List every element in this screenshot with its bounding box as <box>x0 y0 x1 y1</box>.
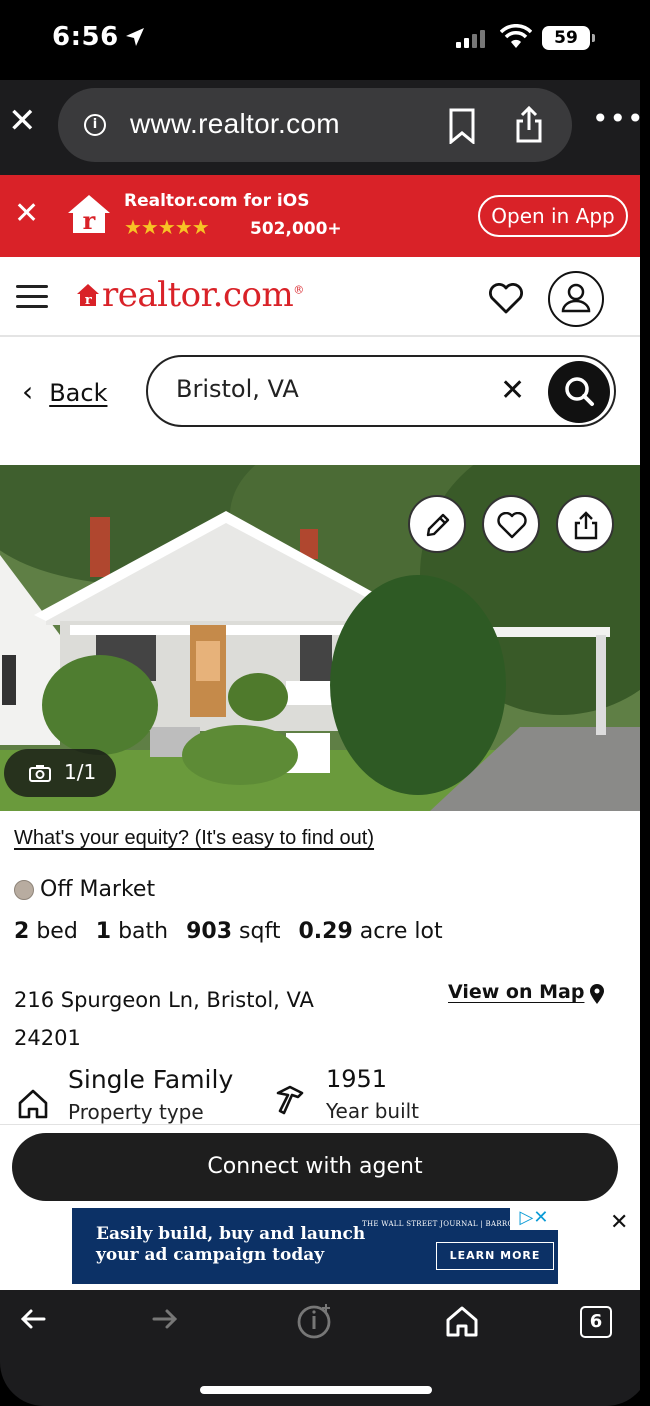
location-arrow-icon <box>124 26 146 52</box>
brand-logo[interactable]: r realtor.com® <box>76 275 304 317</box>
svg-text:r: r <box>85 293 92 308</box>
property-type-value: Single Family <box>68 1065 234 1094</box>
back-arrow-icon[interactable] <box>18 1304 48 1338</box>
status-time: 6:56 <box>52 22 119 52</box>
user-account-icon[interactable] <box>548 271 604 327</box>
listing-details: What's your equity? (It's easy to find o… <box>0 811 640 1131</box>
beds-fact: 2 bed <box>14 919 78 944</box>
listing-photo[interactable]: 1/1 <box>0 465 640 811</box>
ad-headline: Easily build, buy and launch your ad cam… <box>96 1224 366 1265</box>
listing-status: Off Market <box>14 877 155 902</box>
phone-frame: 6:56 59 ✕ i www.realtor.com ••• ✕ r Real… <box>0 0 650 1406</box>
status-dot-icon <box>14 879 34 900</box>
url-text[interactable]: www.realtor.com <box>130 108 340 140</box>
sticky-cta-bar: Connect with agent <box>0 1124 640 1206</box>
search-row: ‹ Back ✕ <box>0 337 640 465</box>
search-bar: ✕ <box>146 355 616 427</box>
year-built-value: 1951 <box>326 1065 388 1093</box>
wifi-icon <box>499 24 533 54</box>
status-bar: 6:56 59 <box>0 20 640 64</box>
view-on-map-link[interactable]: View on Map <box>448 981 584 1003</box>
sqft-fact: 903 sqft <box>186 919 281 944</box>
back-link[interactable]: ‹ Back <box>22 375 107 408</box>
pencil-icon <box>426 513 450 537</box>
site-info-icon[interactable]: i <box>84 114 106 136</box>
battery-indicator: 59 <box>542 26 595 50</box>
year-built-label: Year built <box>326 1099 420 1123</box>
connect-with-agent-button[interactable]: Connect with agent <box>12 1133 618 1201</box>
browser-bottom-toolbar: 6 <box>0 1290 640 1406</box>
house-logo-icon: r <box>76 277 100 317</box>
ad-banner[interactable]: Easily build, buy and launch your ad cam… <box>72 1208 558 1284</box>
bookmark-icon[interactable] <box>446 108 478 148</box>
equity-link[interactable]: What's your equity? (It's easy to find o… <box>14 827 374 850</box>
browser-toolbar: ✕ i www.realtor.com ••• <box>0 80 644 175</box>
status-text: Off Market <box>40 877 156 902</box>
property-facts: 2 bed 1 bath 903 sqft 0.29 acre lot <box>14 919 443 944</box>
share-icon[interactable] <box>514 105 544 148</box>
clear-search-icon[interactable]: ✕ <box>500 373 525 408</box>
address-bar[interactable]: i www.realtor.com <box>58 88 572 162</box>
search-input[interactable] <box>176 375 476 403</box>
share-icon <box>574 511 598 540</box>
photo-counter: 1/1 <box>64 760 97 784</box>
close-tab-icon[interactable]: ✕ <box>8 104 37 138</box>
search-button[interactable] <box>548 361 610 423</box>
menu-icon[interactable] <box>16 285 48 315</box>
rating-count: 502,000+ <box>250 219 342 239</box>
app-install-banner: ✕ r Realtor.com for iOS ★★★★★ 502,000+ O… <box>0 175 640 257</box>
close-ad-icon[interactable]: ✕ <box>610 1210 628 1235</box>
address: 216 Spurgeon Ln, Bristol, VA 24201 <box>14 981 354 1057</box>
edit-listing-button[interactable] <box>408 495 466 553</box>
property-type-label: Property type <box>68 1100 204 1124</box>
home-icon[interactable] <box>444 1304 480 1342</box>
brand-name: realtor.com <box>102 275 294 315</box>
property-type: Single Family Property type <box>68 1065 233 1124</box>
dismiss-banner-icon[interactable]: ✕ <box>14 199 39 229</box>
tabs-button[interactable]: 6 <box>580 1306 612 1338</box>
banner-title: Realtor.com for iOS <box>124 191 310 211</box>
realtor-app-logo-icon: r <box>66 191 112 241</box>
saved-homes-heart-icon[interactable] <box>488 283 524 319</box>
share-listing-button[interactable] <box>556 495 614 553</box>
star-rating-icon: ★★★★★ <box>124 215 210 239</box>
back-label: Back <box>49 379 108 407</box>
adchoices-icon[interactable]: ▷✕ <box>510 1208 558 1230</box>
address-line-2: 24201 <box>14 1026 81 1050</box>
home-indicator[interactable] <box>200 1386 432 1394</box>
photo-counter-button[interactable]: 1/1 <box>4 749 116 797</box>
year-built: 1951 Year built <box>326 1065 419 1123</box>
heart-icon <box>497 512 527 539</box>
save-listing-button[interactable] <box>482 495 540 553</box>
cellular-signal-icon <box>456 30 485 48</box>
site-header: r realtor.com® <box>0 257 640 337</box>
forward-arrow-icon[interactable] <box>150 1304 180 1338</box>
address-line-1: 216 Spurgeon Ln, Bristol, VA <box>14 988 314 1012</box>
house-icon <box>16 1087 50 1125</box>
screen: 6:56 59 ✕ i www.realtor.com ••• ✕ r Real… <box>0 0 644 1406</box>
ad-learn-more-button[interactable]: LEARN MORE <box>436 1242 554 1270</box>
hammer-icon <box>272 1083 310 1125</box>
ad-region: Easily build, buy and launch your ad cam… <box>0 1206 640 1290</box>
chevron-left-icon: ‹ <box>22 375 34 408</box>
search-icon <box>565 377 594 406</box>
assistant-icon[interactable] <box>296 1302 334 1344</box>
open-in-app-button[interactable]: Open in App <box>478 195 628 237</box>
lot-fact: 0.29 acre lot <box>298 919 443 944</box>
map-pin-icon[interactable] <box>588 983 606 1009</box>
svg-text:r: r <box>83 206 96 235</box>
baths-fact: 1 bath <box>95 919 169 944</box>
ad-brands: THE WALL STREET JOURNAL | BARRON'S <box>362 1220 528 1228</box>
more-options-icon[interactable]: ••• <box>592 102 645 135</box>
